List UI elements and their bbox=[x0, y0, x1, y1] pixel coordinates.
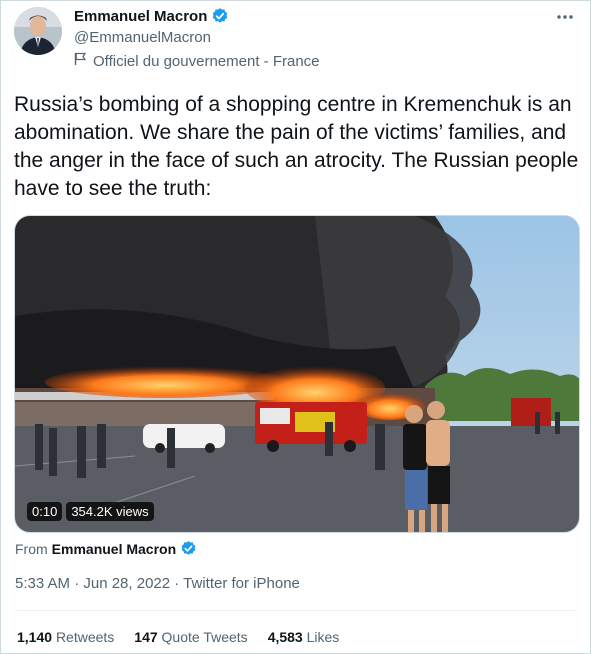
quotes-label: Quote Tweets bbox=[161, 629, 248, 645]
quote-tweets-stat[interactable]: 147 Quote Tweets bbox=[134, 629, 247, 645]
avatar[interactable] bbox=[14, 7, 62, 55]
retweets-label: Retweets bbox=[55, 629, 115, 645]
video-badge: 0:10 354.2K views bbox=[27, 502, 154, 521]
engagement-stats: 1,140 Retweets 147 Quote Tweets 4,583 Li… bbox=[17, 629, 339, 645]
video-player[interactable]: 0:10 354.2K views bbox=[14, 215, 580, 533]
verified-badge-icon bbox=[211, 7, 229, 25]
retweets-stat[interactable]: 1,140 Retweets bbox=[17, 629, 114, 645]
likes-count: 4,583 bbox=[267, 629, 303, 645]
tweet-timestamp[interactable]: 5:33 AM · Jun 28, 2022 · Twitter for iPh… bbox=[15, 575, 300, 592]
media-attribution: From Emmanuel Macron bbox=[15, 540, 198, 558]
affiliation-text: Officiel du gouvernement - France bbox=[93, 52, 320, 70]
likes-label: Likes bbox=[306, 629, 340, 645]
author-handle[interactable]: @EmmanuelMacron bbox=[74, 29, 211, 46]
video-thumbnail bbox=[15, 216, 579, 532]
likes-stat[interactable]: 4,583 Likes bbox=[268, 629, 340, 645]
flag-icon bbox=[74, 52, 87, 70]
verified-badge-icon bbox=[180, 540, 198, 558]
video-views: 354.2K views bbox=[66, 502, 154, 521]
more-options-icon[interactable] bbox=[554, 7, 576, 27]
attribution-source[interactable]: Emmanuel Macron bbox=[52, 541, 176, 557]
display-name[interactable]: Emmanuel Macron bbox=[74, 8, 207, 25]
retweets-count: 1,140 bbox=[17, 629, 53, 645]
tweet-card: Emmanuel Macron @EmmanuelMacron Officiel… bbox=[0, 0, 591, 654]
tweet-text: Russia’s bombing of a shopping centre in… bbox=[14, 93, 579, 200]
affiliation-label: Officiel du gouvernement - France bbox=[74, 52, 320, 70]
author-name-row[interactable]: Emmanuel Macron bbox=[74, 7, 229, 25]
quotes-count: 147 bbox=[134, 629, 158, 645]
video-duration: 0:10 bbox=[27, 502, 63, 521]
divider bbox=[15, 610, 576, 611]
attribution-prefix: From bbox=[15, 541, 48, 557]
